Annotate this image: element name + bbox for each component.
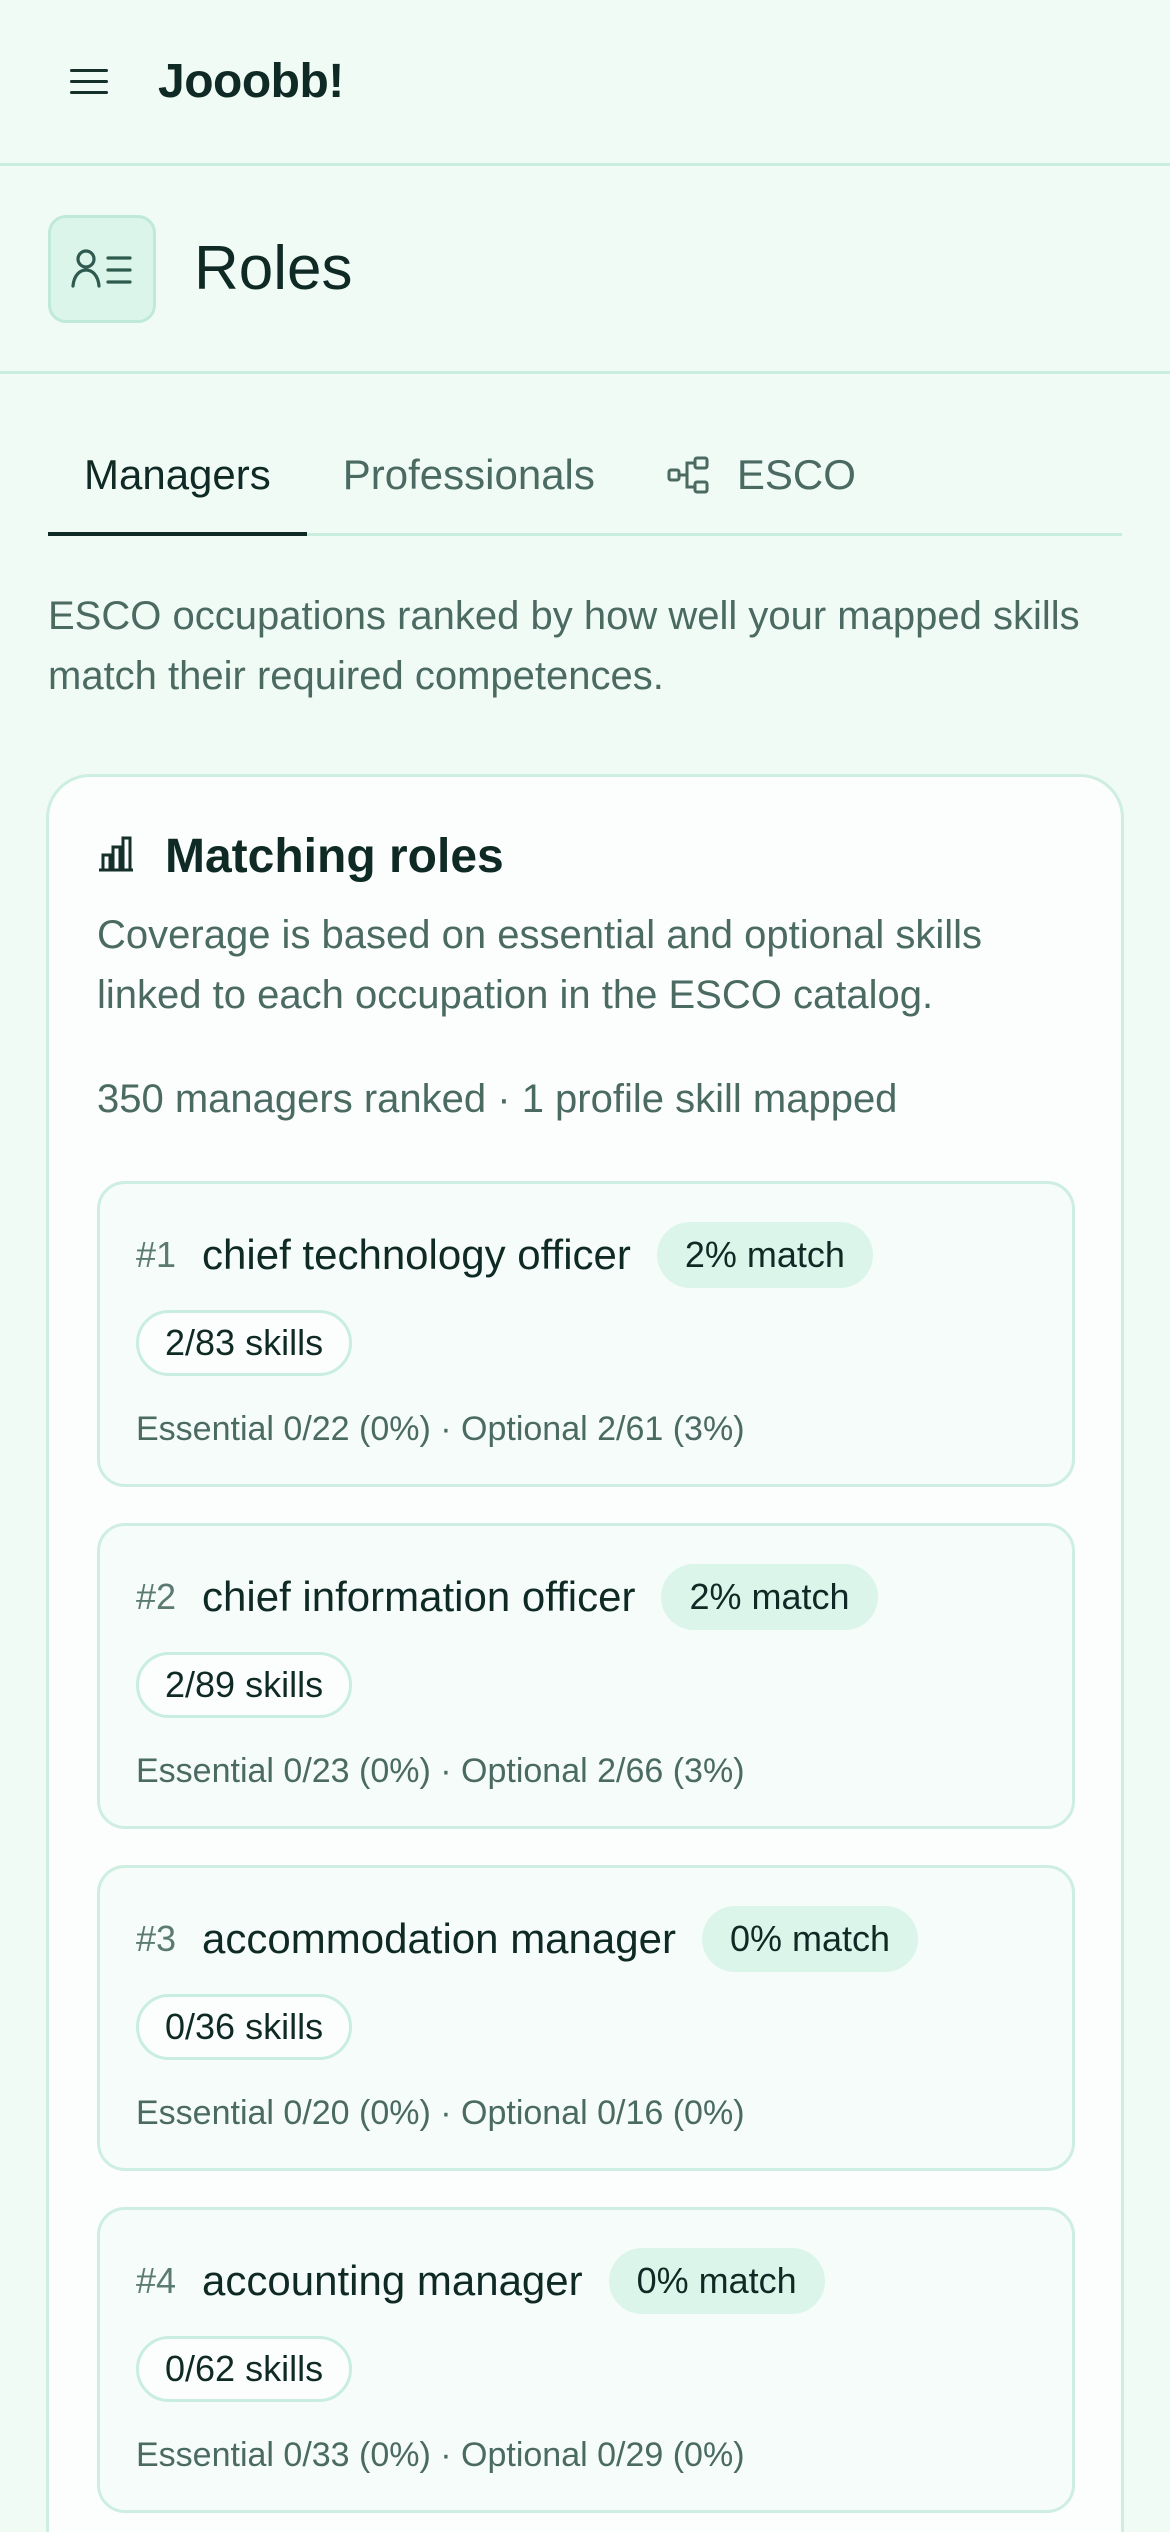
match-badge: 2% match	[656, 1222, 873, 1288]
role-name: chief technology officer	[202, 1231, 631, 1278]
role-rank: #4	[136, 2260, 177, 2301]
tab-label: Managers	[84, 451, 271, 498]
tab-bar: Managers Professionals ESCO	[48, 420, 1122, 536]
role-item[interactable]: #1 chief technology officer 2% match 2/8…	[97, 1181, 1075, 1487]
role-name: accommodation manager	[202, 1915, 676, 1962]
role-name: accounting manager	[202, 2257, 583, 2304]
tab-label: Professionals	[342, 451, 595, 498]
brand-logo[interactable]: Jooobb!	[158, 54, 344, 109]
page-header: Roles	[0, 166, 1170, 374]
role-item[interactable]: #3 accommodation manager 0% match 0/36 s…	[97, 1865, 1075, 2171]
skill-breakdown: Essential 0/20 (0%) · Optional 0/16 (0%)	[136, 2094, 745, 2132]
tab-managers[interactable]: Managers	[48, 417, 307, 536]
match-badge: 0% match	[701, 1906, 919, 1972]
skill-breakdown: Essential 0/23 (0%) · Optional 2/66 (3%)	[136, 1752, 745, 1790]
network-icon	[667, 455, 711, 495]
skills-count-pill: 0/62 skills	[136, 2336, 353, 2402]
tab-professionals[interactable]: Professionals	[307, 417, 631, 533]
tab-label: ESCO	[736, 451, 856, 498]
skills-count-pill: 0/36 skills	[136, 1994, 353, 2060]
role-rank: #1	[136, 1234, 177, 1275]
match-badge: 0% match	[608, 2248, 825, 2314]
matching-roles-card: Matching roles Coverage is based on esse…	[46, 774, 1124, 2532]
skill-breakdown: Essential 0/22 (0%) · Optional 2/61 (3%)	[136, 1410, 745, 1448]
ranking-stats: 350 managers ranked · 1 profile skill ma…	[97, 1077, 898, 1121]
card-title: Matching roles	[165, 830, 504, 883]
card-header: Matching roles	[97, 829, 504, 884]
page-title: Roles	[194, 234, 353, 303]
role-rank: #2	[136, 1576, 177, 1617]
tab-esco[interactable]: ESCO	[631, 417, 892, 533]
role-item[interactable]: #2 chief information officer 2% match 2/…	[97, 1523, 1075, 1829]
skills-count-pill: 2/89 skills	[136, 1652, 353, 1718]
top-bar: Jooobb!	[0, 0, 1170, 166]
match-badge: 2% match	[661, 1564, 878, 1630]
role-rank: #3	[136, 1918, 177, 1959]
hamburger-icon[interactable]	[70, 62, 110, 102]
role-item[interactable]: #4 accounting manager 0% match 0/62 skil…	[97, 2207, 1075, 2513]
role-name: chief information officer	[202, 1573, 636, 1620]
app-root: Jooobb! Roles Managers Professionals ESC…	[0, 0, 1170, 2532]
intro-text: ESCO occupations ranked by how well your…	[48, 594, 1080, 698]
card-description: Coverage is based on essential and optio…	[97, 913, 982, 1017]
user-list-icon	[48, 214, 156, 323]
bar-chart-icon	[97, 835, 135, 878]
skills-count-pill: 2/83 skills	[136, 1310, 353, 1376]
skill-breakdown: Essential 0/33 (0%) · Optional 0/29 (0%)	[136, 2436, 745, 2474]
